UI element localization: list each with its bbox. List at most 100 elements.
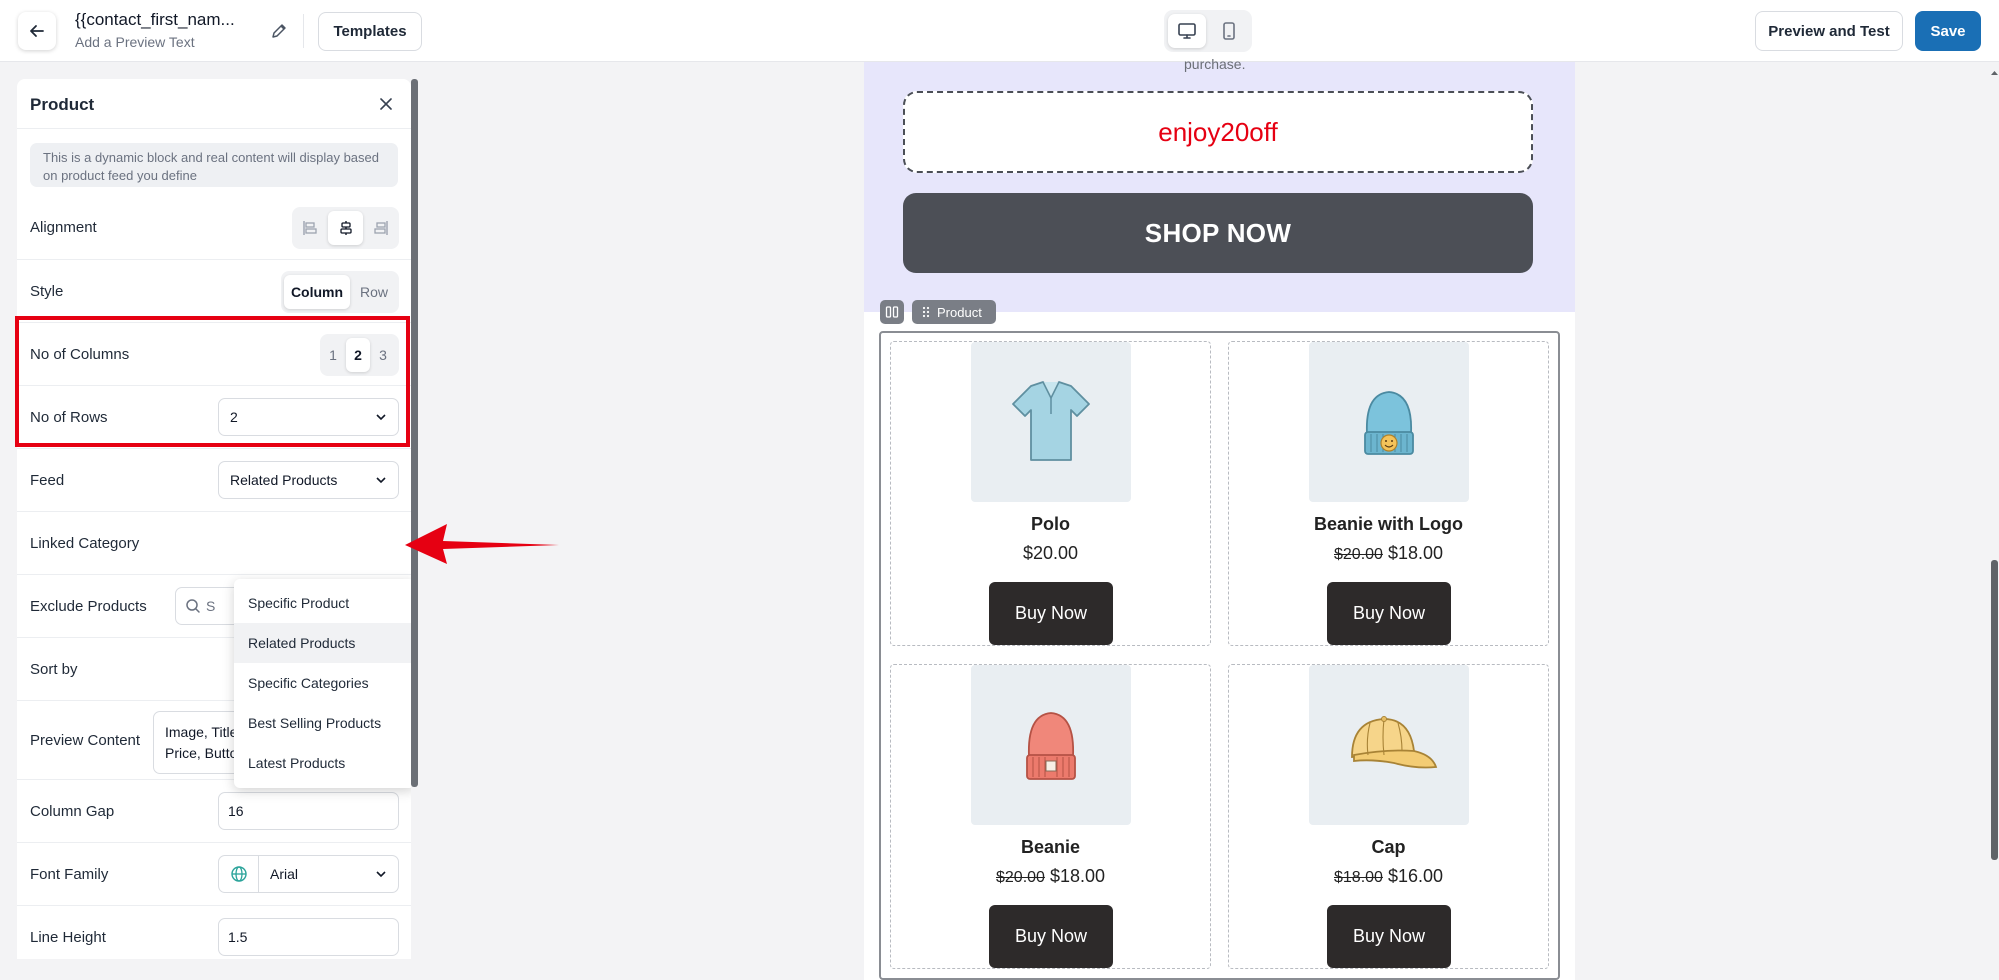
columns-option-2[interactable]: 2 xyxy=(346,338,370,372)
email-canvas: purchase. enjoy20off SHOP NOW Product Po… xyxy=(864,56,1575,980)
mobile-icon xyxy=(1223,22,1235,40)
block-layout-button[interactable] xyxy=(880,300,904,324)
web-font-toggle[interactable] xyxy=(218,855,259,893)
red-arrow-annotation xyxy=(405,524,559,564)
dynamic-block-notice: This is a dynamic block and real content… xyxy=(30,143,398,187)
scroll-up-arrow-icon[interactable] xyxy=(1990,66,1999,80)
product-card[interactable]: Beanie $20.00 $18.00 Buy Now xyxy=(890,664,1211,969)
promo-section[interactable]: purchase. enjoy20off SHOP NOW xyxy=(864,56,1575,312)
alignment-control xyxy=(292,207,399,249)
feed-option-latest-products[interactable]: Latest Products xyxy=(234,743,411,783)
regular-price: $20.00 xyxy=(1334,546,1383,563)
email-subject[interactable]: {{contact_first_nam... xyxy=(75,10,235,30)
product-title: Polo xyxy=(1031,514,1070,534)
feed-select[interactable]: Related Products xyxy=(218,461,399,499)
align-center-button[interactable] xyxy=(328,211,363,245)
templates-button[interactable]: Templates xyxy=(318,12,422,51)
rows-select[interactable]: 2 xyxy=(218,398,399,436)
buy-now-button[interactable]: Buy Now xyxy=(989,582,1113,645)
columns-row: No of Columns 1 2 3 xyxy=(17,323,411,386)
page-scrollbar[interactable] xyxy=(1991,560,1998,860)
drag-handle-icon xyxy=(922,306,930,318)
promo-text: purchase. xyxy=(1184,56,1246,72)
edit-title-button[interactable] xyxy=(266,18,292,44)
align-right-icon xyxy=(374,221,388,235)
product-settings-panel: Product This is a dynamic block and real… xyxy=(17,79,411,959)
columns-control: 1 2 3 xyxy=(320,334,399,376)
font-family-value: Arial xyxy=(270,866,299,882)
preview-and-test-button[interactable]: Preview and Test xyxy=(1755,11,1903,51)
align-left-button[interactable] xyxy=(295,211,325,245)
font-family-row: Font Family Arial xyxy=(17,843,411,906)
panel-scrollbar[interactable] xyxy=(411,79,418,787)
product-block[interactable]: Polo $20.00 Buy Now Beanie with Logo $20… xyxy=(879,331,1560,980)
chevron-down-icon xyxy=(376,871,386,878)
line-height-input[interactable]: 1.5 xyxy=(218,918,399,956)
feed-option-related-products[interactable]: Related Products xyxy=(234,623,411,663)
product-title: Beanie with Logo xyxy=(1313,514,1463,534)
product-card[interactable]: Polo $20.00 Buy Now xyxy=(890,341,1211,646)
line-height-label: Line Height xyxy=(30,929,106,946)
product-block-tag[interactable]: Product xyxy=(912,300,996,324)
feed-value: Related Products xyxy=(230,472,338,488)
preview-content-label: Preview Content xyxy=(30,732,141,749)
panel-header: Product xyxy=(17,79,411,129)
style-row-option[interactable]: Row xyxy=(353,275,395,309)
header-divider xyxy=(303,14,304,48)
font-family-select[interactable]: Arial xyxy=(258,855,399,893)
close-panel-button[interactable] xyxy=(375,93,397,115)
email-title-block[interactable]: {{contact_first_nam... Add a Preview Tex… xyxy=(75,10,235,50)
align-right-button[interactable] xyxy=(366,211,396,245)
style-column-option[interactable]: Column xyxy=(284,275,350,309)
feed-row: Feed Related Products xyxy=(17,449,411,512)
feed-option-specific-categories[interactable]: Specific Categories xyxy=(234,663,411,703)
desktop-view-button[interactable] xyxy=(1168,14,1206,48)
product-card[interactable]: Cap $18.00 $16.00 Buy Now xyxy=(1228,664,1549,969)
line-height-row: Line Height 1.5 xyxy=(17,906,411,959)
preview-text[interactable]: Add a Preview Text xyxy=(75,34,235,50)
exclude-products-label: Exclude Products xyxy=(30,598,147,615)
polo-shirt-image xyxy=(971,342,1131,502)
mobile-view-button[interactable] xyxy=(1210,14,1248,48)
sort-by-label: Sort by xyxy=(30,661,78,678)
column-gap-row: Column Gap 16 xyxy=(17,780,411,843)
buy-now-button[interactable]: Buy Now xyxy=(1327,582,1451,645)
align-center-icon xyxy=(339,221,352,235)
feed-option-specific-product[interactable]: Specific Product xyxy=(234,583,411,623)
pencil-icon xyxy=(272,24,286,38)
product-price: $20.00 $18.00 xyxy=(1229,543,1548,564)
column-gap-input[interactable]: 16 xyxy=(218,792,399,830)
sale-price: $18.00 xyxy=(1049,866,1105,886)
save-button[interactable]: Save xyxy=(1915,11,1981,51)
rows-label: No of Rows xyxy=(30,409,108,426)
panel-title: Product xyxy=(30,95,95,114)
product-price: $20.00 xyxy=(891,543,1210,564)
product-card[interactable]: Beanie with Logo $20.00 $18.00 Buy Now xyxy=(1228,341,1549,646)
sale-price: $18.00 xyxy=(1387,543,1443,563)
columns-option-1[interactable]: 1 xyxy=(323,338,343,372)
feed-label: Feed xyxy=(30,472,65,489)
coupon-code-box[interactable]: enjoy20off xyxy=(903,91,1533,173)
product-price-value: $20.00 xyxy=(1022,543,1079,563)
block-tag-label: Product xyxy=(937,304,982,320)
close-icon xyxy=(380,98,392,110)
linked-category-label: Linked Category xyxy=(30,535,140,552)
font-family-label: Font Family xyxy=(30,866,109,883)
columns-option-3[interactable]: 3 xyxy=(373,338,393,372)
feed-option-best-selling-products[interactable]: Best Selling Products xyxy=(234,703,411,743)
product-price: $18.00 $16.00 xyxy=(1229,866,1548,887)
back-button[interactable] xyxy=(18,12,56,50)
product-title: Cap xyxy=(1371,837,1406,857)
buy-now-button[interactable]: Buy Now xyxy=(1327,905,1451,968)
buy-now-button[interactable]: Buy Now xyxy=(989,905,1113,968)
feed-dropdown-menu: Specific Product Related Products Specif… xyxy=(234,579,411,788)
column-gap-label: Column Gap xyxy=(30,803,115,820)
alignment-label: Alignment xyxy=(30,219,97,236)
sale-price: $16.00 xyxy=(1387,866,1443,886)
shop-now-button[interactable]: SHOP NOW xyxy=(903,193,1533,273)
desktop-icon xyxy=(1178,23,1196,39)
style-label: Style xyxy=(30,283,64,300)
product-price: $20.00 $18.00 xyxy=(891,866,1210,887)
chevron-down-icon xyxy=(376,477,386,484)
beanie-image xyxy=(971,665,1131,825)
